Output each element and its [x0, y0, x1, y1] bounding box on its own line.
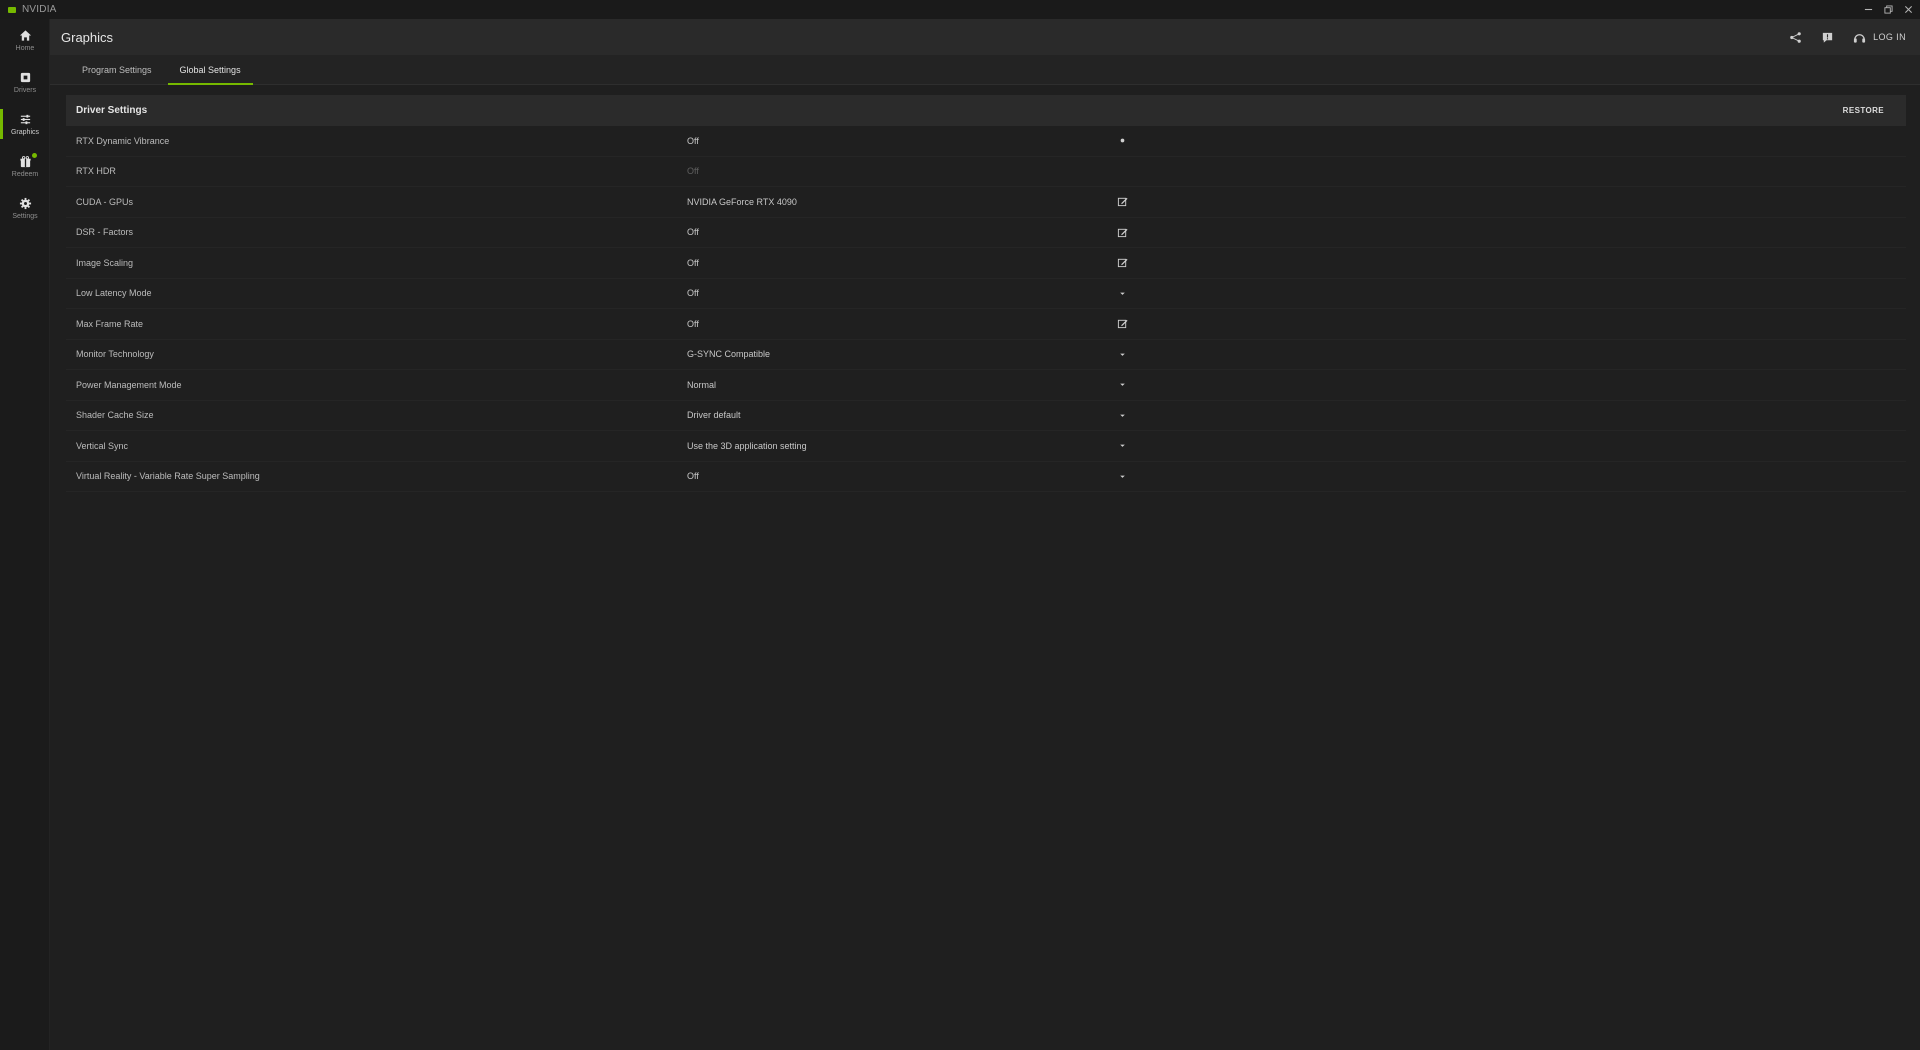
chevron-down-icon[interactable] [1114, 285, 1130, 301]
minimize-icon[interactable] [1862, 4, 1874, 16]
sidebar-item-label: Graphics [10, 129, 39, 136]
sidebar-item-label: Redeem [11, 171, 39, 178]
tab-global-settings[interactable]: Global Settings [167, 55, 253, 85]
setting-value: Off [687, 166, 699, 177]
sidebar-item-home[interactable]: Home [0, 19, 50, 61]
setting-value[interactable]: Off [687, 288, 699, 298]
tab-program-settings[interactable]: Program Settings [70, 55, 164, 85]
setting-name: RTX Dynamic Vibrance [76, 135, 170, 146]
edit-icon[interactable] [1114, 255, 1130, 271]
setting-name: Low Latency Mode [76, 288, 152, 299]
sidebar-item-graphics[interactable]: Graphics [0, 103, 50, 145]
login-button[interactable]: LOG IN [1852, 30, 1906, 44]
setting-value[interactable]: Normal [687, 380, 716, 390]
gear-icon [18, 196, 32, 210]
sidebar: Home Drivers Graphics Redeem Settings [0, 19, 50, 1050]
setting-name: Vertical Sync [76, 440, 129, 451]
setting-value[interactable]: Off [687, 319, 699, 329]
section-title: Driver Settings [76, 105, 148, 116]
app-name: NVIDIA [22, 4, 57, 15]
setting-name: Max Frame Rate [76, 318, 144, 329]
sliders-icon [18, 112, 32, 126]
chevron-down-icon[interactable] [1114, 377, 1130, 393]
sidebar-item-settings[interactable]: Settings [0, 187, 50, 229]
sidebar-item-label: Home [15, 45, 35, 52]
setting-name: RTX HDR [76, 166, 116, 177]
setting-row[interactable]: Low Latency Mode Off [66, 279, 1906, 309]
setting-row[interactable]: Virtual Reality - Variable Rate Super Sa… [66, 462, 1906, 492]
sidebar-item-drivers[interactable]: Drivers [0, 61, 50, 103]
setting-row[interactable]: Monitor Technology G-SYNC Compatible [66, 340, 1906, 370]
restore-button[interactable]: RESTORE [1843, 95, 1884, 126]
chevron-down-icon[interactable] [1114, 468, 1130, 484]
share-icon[interactable] [1788, 30, 1802, 44]
sidebar-item-redeem[interactable]: Redeem [0, 145, 50, 187]
sidebar-item-label: Drivers [13, 87, 37, 94]
setting-row[interactable]: RTX Dynamic Vibrance Off [66, 126, 1906, 157]
setting-row[interactable]: Vertical Sync Use the 3D application sett… [66, 431, 1906, 462]
header-actions: LOG IN [1788, 19, 1906, 55]
edit-icon[interactable] [1114, 224, 1130, 240]
setting-name: Power Management Mode [76, 379, 182, 390]
setting-row[interactable]: CUDA - GPUs NVIDIA GeForce RTX 4090 [66, 187, 1906, 218]
gift-icon [18, 154, 32, 168]
setting-value[interactable]: Off [687, 227, 699, 237]
window-titlebar: NVIDIA [0, 0, 1920, 19]
tab-bar: Program Settings Global Settings [50, 55, 1920, 85]
notification-badge [32, 153, 37, 158]
setting-name: Monitor Technology [76, 349, 154, 360]
window-controls [1862, 0, 1914, 19]
settings-panel: Driver Settings RESTORE RTX Dynamic Vibr… [66, 95, 1906, 492]
setting-row[interactable]: DSR - Factors Off [66, 218, 1906, 248]
page-title: Graphics [61, 29, 114, 45]
close-icon[interactable] [1902, 4, 1914, 16]
restore-window-icon[interactable] [1882, 4, 1894, 16]
home-icon [18, 28, 32, 42]
toggle-dot-icon[interactable] [1114, 133, 1130, 149]
feedback-icon[interactable] [1820, 30, 1834, 44]
section-header: Driver Settings RESTORE [66, 95, 1906, 126]
page-header: Graphics LOG IN [50, 19, 1920, 55]
sidebar-item-label: Settings [12, 213, 38, 220]
edit-icon[interactable] [1114, 316, 1130, 332]
setting-name: Virtual Reality - Variable Rate Super Sa… [76, 471, 260, 482]
chevron-down-icon[interactable] [1114, 407, 1130, 423]
setting-value[interactable]: Off [687, 136, 699, 146]
login-label: LOG IN [1873, 32, 1906, 42]
chevron-down-icon[interactable] [1114, 438, 1130, 454]
setting-row[interactable]: Shader Cache Size Driver default [66, 401, 1906, 431]
nvidia-logo-icon [8, 6, 16, 13]
setting-row[interactable]: RTX HDR Off [66, 157, 1906, 187]
chevron-down-icon[interactable] [1114, 346, 1130, 362]
setting-value[interactable]: NVIDIA GeForce RTX 4090 [687, 197, 797, 207]
setting-name: Image Scaling [76, 257, 134, 268]
settings-list: RTX Dynamic Vibrance Off RTX HDR Off CUDA - … [66, 126, 1906, 492]
setting-value[interactable]: Off [687, 471, 699, 481]
setting-row[interactable]: Image Scaling Off [66, 248, 1906, 279]
setting-value[interactable]: Off [687, 258, 699, 268]
user-icon [1852, 30, 1866, 44]
setting-value[interactable]: G-SYNC Compatible [687, 349, 770, 359]
setting-row[interactable]: Power Management Mode Normal [66, 370, 1906, 401]
setting-name: CUDA - GPUs [76, 196, 134, 207]
edit-icon[interactable] [1114, 194, 1130, 210]
setting-value[interactable]: Driver default [687, 410, 741, 420]
setting-name: DSR - Factors [76, 227, 134, 238]
setting-name: Shader Cache Size [76, 410, 154, 421]
setting-row[interactable]: Max Frame Rate Off [66, 309, 1906, 340]
setting-value[interactable]: Use the 3D application setting [687, 441, 807, 451]
drivers-icon [18, 70, 32, 84]
